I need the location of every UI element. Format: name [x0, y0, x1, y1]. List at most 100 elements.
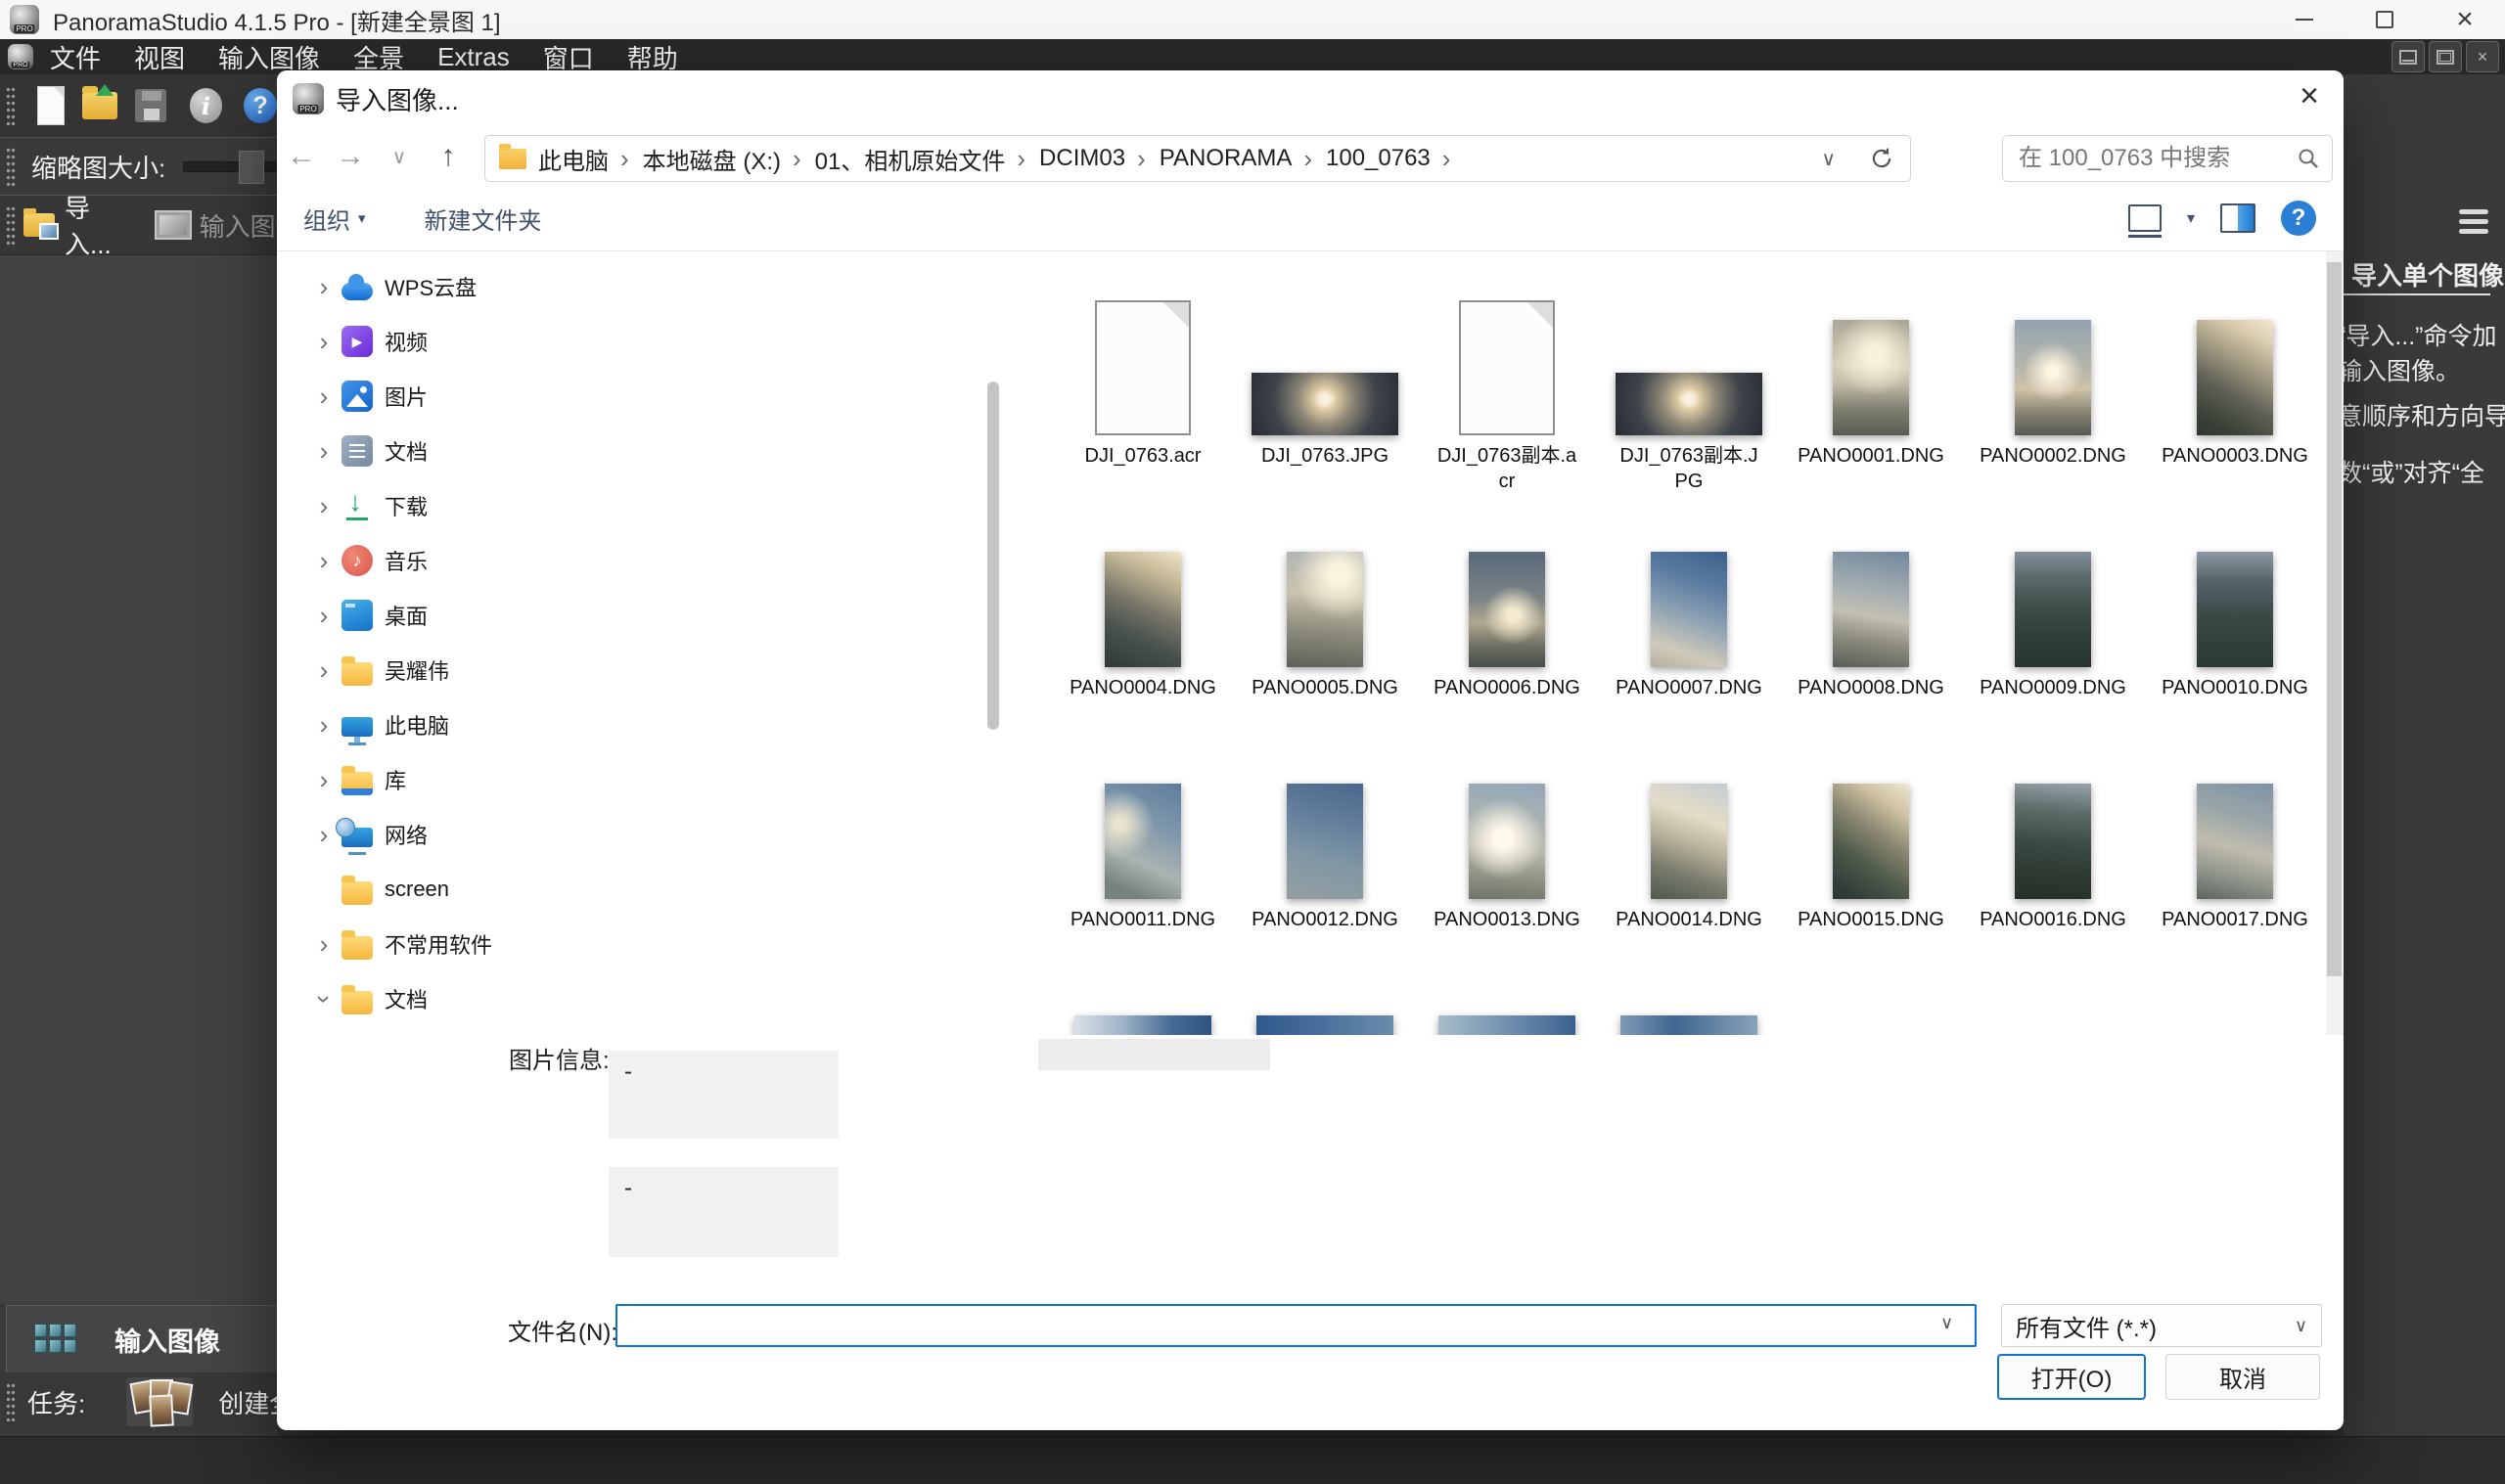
- file-item[interactable]: PANO0002.DNG: [1962, 262, 2144, 494]
- file-item[interactable]: PANO0015.DNG: [1780, 726, 1962, 958]
- sidebar-item-videos[interactable]: 视频: [277, 314, 1006, 369]
- view-mode-icon[interactable]: [2128, 204, 2162, 232]
- menu-item-extras[interactable]: Extras: [421, 42, 526, 72]
- sidebar-item-wps-cloud[interactable]: WPS云盘: [277, 259, 1006, 314]
- file-item[interactable]: [1052, 958, 1234, 1035]
- help-icon[interactable]: [244, 88, 277, 123]
- menu-item-help[interactable]: 帮助: [611, 39, 695, 75]
- file-item[interactable]: PANO0001.DNG: [1780, 262, 1962, 494]
- chevron-right-icon[interactable]: [306, 929, 342, 960]
- forward-button[interactable]: [326, 134, 375, 179]
- file-item[interactable]: DJI_0763.JPG: [1234, 262, 1416, 494]
- organize-button[interactable]: 组织: [303, 202, 366, 236]
- file-item[interactable]: DJI_0763副本.JPG: [1598, 262, 1780, 494]
- minimize-button[interactable]: [2264, 0, 2345, 39]
- view-mode-caret-icon[interactable]: [2187, 208, 2195, 228]
- menu-item-view[interactable]: 视图: [117, 39, 202, 75]
- import-grip-handle[interactable]: [6, 205, 16, 245]
- preview-pane-icon[interactable]: [2220, 203, 2255, 233]
- menu-item-window[interactable]: 窗口: [526, 39, 611, 75]
- breadcrumb-camera-raw[interactable]: 01、相机原始文件: [803, 142, 1027, 176]
- search-icon[interactable]: [2297, 147, 2320, 170]
- refresh-icon[interactable]: [1853, 146, 1910, 171]
- filetype-select[interactable]: 所有文件 (*.*): [2001, 1304, 2322, 1347]
- file-item[interactable]: [1234, 958, 1416, 1035]
- close-button[interactable]: ×: [2425, 0, 2505, 39]
- sidebar-item-desktop[interactable]: 桌面: [277, 588, 1006, 643]
- address-dropdown-icon[interactable]: [1803, 147, 1853, 171]
- dialog-close-button[interactable]: [2287, 74, 2332, 117]
- dialog-header[interactable]: 导入图像...: [277, 70, 2344, 127]
- sidebar-item-pictures[interactable]: 图片: [277, 369, 1006, 424]
- file-item[interactable]: PANO0007.DNG: [1598, 494, 1780, 726]
- search-input[interactable]: [2017, 144, 2297, 173]
- chevron-right-icon[interactable]: [306, 327, 342, 357]
- recent-locations-button[interactable]: [375, 134, 424, 179]
- chevron-right-icon[interactable]: [306, 765, 342, 795]
- sidebar-item-music[interactable]: 音乐: [277, 533, 1006, 588]
- chevron-right-icon[interactable]: [306, 436, 342, 467]
- task-name[interactable]: 创建全: [218, 1384, 277, 1420]
- breadcrumb-this-pc[interactable]: 此电脑: [526, 142, 631, 176]
- mdi-close-button[interactable]: ×: [2466, 41, 2499, 72]
- thumbnail-grip-handle[interactable]: [6, 147, 16, 186]
- menu-item-input-images[interactable]: 输入图像: [202, 39, 337, 75]
- address-bar[interactable]: 此电脑 本地磁盘 (X:) 01、相机原始文件 DCIM03 PANORAMA …: [484, 135, 1911, 182]
- import-images-icon[interactable]: [23, 213, 55, 237]
- breadcrumb-panorama[interactable]: PANORAMA: [1148, 144, 1314, 174]
- file-item[interactable]: PANO0017.DNG: [2144, 726, 2326, 958]
- dialog-help-icon[interactable]: [2281, 201, 2316, 236]
- create-panorama-icon[interactable]: [126, 1377, 193, 1426]
- cancel-button[interactable]: 取消: [2165, 1354, 2320, 1400]
- sidebar-item-user-folder[interactable]: 吴耀伟: [277, 643, 1006, 697]
- sidebar-item-uncommon-software[interactable]: 不常用软件: [277, 917, 1006, 971]
- chevron-right-icon[interactable]: [306, 655, 342, 686]
- file-item[interactable]: DJI_0763.acr: [1052, 262, 1234, 494]
- new-project-icon[interactable]: [37, 86, 65, 125]
- tree-scrollbar[interactable]: [987, 382, 999, 730]
- mdi-restore-button[interactable]: [2429, 41, 2462, 72]
- restore-button[interactable]: [2345, 0, 2425, 39]
- thumbnail-size-slider[interactable]: [183, 161, 277, 172]
- file-item[interactable]: PANO0010.DNG: [2144, 494, 2326, 726]
- menu-item-panorama[interactable]: 全景: [337, 39, 421, 75]
- back-button[interactable]: [277, 134, 326, 179]
- file-item[interactable]: PANO0006.DNG: [1416, 494, 1598, 726]
- open-button[interactable]: 打开(O): [1997, 1354, 2146, 1400]
- filename-dropdown-icon[interactable]: [1940, 1313, 1953, 1333]
- file-item[interactable]: PANO0008.DNG: [1780, 494, 1962, 726]
- search-box[interactable]: [2002, 135, 2333, 182]
- breadcrumb-current-folder[interactable]: 100_0763: [1314, 144, 1452, 174]
- file-item[interactable]: PANO0014.DNG: [1598, 726, 1780, 958]
- chevron-right-icon[interactable]: [306, 272, 342, 302]
- file-item[interactable]: PANO0004.DNG: [1052, 494, 1234, 726]
- chevron-right-icon[interactable]: [306, 546, 342, 576]
- up-button[interactable]: [424, 134, 473, 179]
- file-item[interactable]: PANO0016.DNG: [1962, 726, 2144, 958]
- save-icon[interactable]: [135, 89, 166, 122]
- new-folder-button[interactable]: 新建文件夹: [425, 202, 542, 236]
- mdi-minimize-button[interactable]: [2391, 41, 2425, 72]
- file-item[interactable]: PANO0012.DNG: [1234, 726, 1416, 958]
- sidebar-item-documents[interactable]: 文档: [277, 424, 1006, 478]
- file-item[interactable]: PANO0009.DNG: [1962, 494, 2144, 726]
- task-grip-handle[interactable]: [6, 1382, 16, 1421]
- chevron-right-icon[interactable]: [306, 710, 342, 741]
- file-item[interactable]: PANO0005.DNG: [1234, 494, 1416, 726]
- file-list-scrollbar-thumb[interactable]: [2327, 262, 2342, 976]
- sidebar-item-this-pc[interactable]: 此电脑: [277, 697, 1006, 752]
- breadcrumb-dcim[interactable]: DCIM03: [1027, 144, 1148, 174]
- sidebar-item-documents-folder[interactable]: 文档: [277, 971, 1006, 1026]
- file-item[interactable]: PANO0013.DNG: [1416, 726, 1598, 958]
- breadcrumb-drive[interactable]: 本地磁盘 (X:): [631, 142, 803, 176]
- file-item[interactable]: PANO0003.DNG: [2144, 262, 2326, 494]
- sidebar-item-libraries[interactable]: 库: [277, 752, 1006, 807]
- info-icon[interactable]: [190, 88, 223, 123]
- chevron-right-icon[interactable]: [306, 491, 342, 521]
- file-item[interactable]: PANO0011.DNG: [1052, 726, 1234, 958]
- sidebar-item-network[interactable]: 网络: [277, 807, 1006, 862]
- sidebar-item-downloads[interactable]: 下载: [277, 478, 1006, 533]
- sidebar-item-partial[interactable]: [277, 1026, 1006, 1035]
- filename-input[interactable]: [615, 1304, 1977, 1347]
- slider-thumb[interactable]: [239, 151, 264, 184]
